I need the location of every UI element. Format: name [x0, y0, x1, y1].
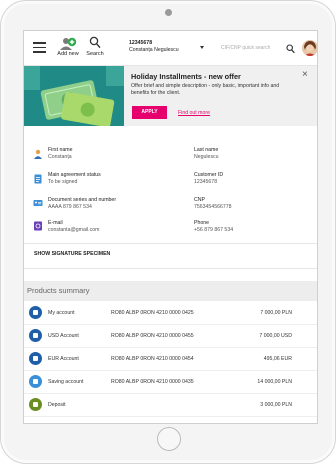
product-row[interactable]: USD Account RO80 ALBP 0RON 4210 0000 045…: [24, 325, 317, 348]
product-row[interactable]: Deposit 3 000,00 PLN: [24, 394, 317, 417]
search-icon: [89, 36, 101, 49]
products-summary-title: Products summary: [27, 286, 90, 295]
divider: [24, 243, 317, 244]
product-row[interactable]: EUR Account RO80 ALBP 0RON 4210 0000 045…: [24, 348, 317, 371]
email-field: E-mail constanta@gmail.com: [48, 220, 99, 234]
divider: [24, 268, 317, 269]
product-iban: RO80 ALBP 0RON 4210 0000 0425: [111, 310, 194, 316]
wallet-icon: [29, 352, 42, 365]
product-amount: 3 000,00 PLN: [260, 402, 292, 408]
phone-field: Phone +56 879 867 534: [194, 220, 233, 234]
cnp-label: CNP: [194, 197, 205, 203]
product-name: Deposit: [48, 402, 66, 408]
banner-description: Offer brief and simple description - onl…: [131, 83, 280, 96]
product-iban: RO80 ALBP 0RON 4210 0000 0435: [111, 379, 194, 385]
add-new-button[interactable]: Add new: [56, 36, 80, 57]
products-summary-header: Products summary: [24, 281, 317, 301]
apply-button[interactable]: APPLY: [132, 106, 167, 119]
first-name-label: First name: [48, 147, 73, 153]
document-field: Document series and number AAAA 879 867 …: [48, 197, 116, 211]
product-row[interactable]: Saving account RO80 ALBP 0RON 4210 0000 …: [24, 371, 317, 394]
last-name-label: Last name: [194, 147, 219, 153]
person-icon: [34, 149, 42, 159]
email-value[interactable]: constanta@gmail.com: [48, 227, 99, 234]
product-name: Saving account: [48, 379, 84, 385]
product-amount: 7 000,00 USD: [259, 333, 292, 339]
find-out-more-link[interactable]: Find out more: [178, 110, 210, 116]
product-row[interactable]: My account RO80 ALBP 0RON 4210 0000 0425…: [24, 302, 317, 325]
id-card-icon: [33, 200, 43, 206]
email-icon: [34, 221, 42, 231]
document-value: AAAA 879 867 534: [48, 204, 92, 210]
search-label: Search: [86, 51, 104, 57]
avatar[interactable]: [302, 40, 317, 56]
show-signature-button[interactable]: SHOW SIGNATURE SPECIMEN: [34, 251, 110, 257]
wallet-icon: [29, 329, 42, 342]
deposit-icon: [29, 398, 42, 411]
product-name: USD Account: [48, 333, 79, 339]
product-name: EUR Account: [48, 356, 79, 362]
product-amount: 7 000,00 PLN: [260, 310, 292, 316]
product-amount: 495,06 EUR: [263, 356, 292, 362]
document-icon: [34, 174, 42, 184]
agreement-value: To be signed: [48, 179, 78, 185]
phone-value[interactable]: +56 879 867 534: [194, 227, 233, 234]
close-icon[interactable]: ×: [302, 70, 308, 80]
wallet-icon: [29, 375, 42, 388]
agreement-label: Main agreement status: [48, 172, 101, 178]
banner-title: Holiday Installments - new offer: [131, 72, 241, 81]
last-name-value: Negulescu: [194, 154, 219, 160]
product-iban: RO80 ALBP 0RON 4210 0000 0454: [111, 356, 194, 362]
quick-search-icon[interactable]: [286, 41, 295, 59]
customer-id-field: Customer ID 12345678: [194, 172, 223, 186]
wallet-icon: [29, 306, 42, 319]
tablet-frame: Add new Search 12345678 Constanța Negule…: [0, 0, 336, 464]
first-name-field: First name Constanța: [48, 147, 73, 161]
cnp-field: CNP 7563454566778: [194, 197, 232, 211]
search-button[interactable]: Search: [84, 36, 106, 57]
camera: [165, 9, 172, 16]
app-screen: Add new Search 12345678 Constanța Negule…: [23, 30, 318, 424]
document-label: Document series and number: [48, 197, 117, 203]
client-id: 12345678: [129, 40, 153, 46]
product-amount: 14 000,00 PLN: [257, 379, 292, 385]
top-bar: Add new Search 12345678 Constanța Negule…: [24, 31, 317, 66]
cnp-value: 7563454566778: [194, 204, 232, 210]
quick-search-input[interactable]: CIF/CNP quick search: [221, 45, 270, 51]
add-new-label: Add new: [57, 51, 79, 57]
email-label: E-mail: [48, 220, 63, 226]
chevron-down-icon[interactable]: [200, 46, 204, 49]
phone-label: Phone: [194, 220, 210, 226]
client-selector[interactable]: 12345678 Constanța Negulescu: [129, 40, 179, 54]
product-name: My account: [48, 310, 75, 316]
add-user-icon: [60, 37, 77, 50]
product-iban: RO80 ALBP 0RON 4210 0000 0455: [111, 333, 194, 339]
menu-icon[interactable]: [33, 42, 46, 56]
first-name-value: Constanța: [48, 154, 72, 160]
customer-id-value: 12345678: [194, 179, 218, 185]
agreement-status-field: Main agreement status To be signed: [48, 172, 101, 186]
banknotes-image: [24, 66, 124, 126]
client-name: Constanța Negulescu: [129, 47, 179, 53]
last-name-field: Last name Negulescu: [194, 147, 219, 161]
offer-banner: Holiday Installments - new offer Offer b…: [24, 66, 317, 126]
home-button[interactable]: [157, 427, 181, 451]
customer-id-label: Customer ID: [194, 172, 224, 178]
